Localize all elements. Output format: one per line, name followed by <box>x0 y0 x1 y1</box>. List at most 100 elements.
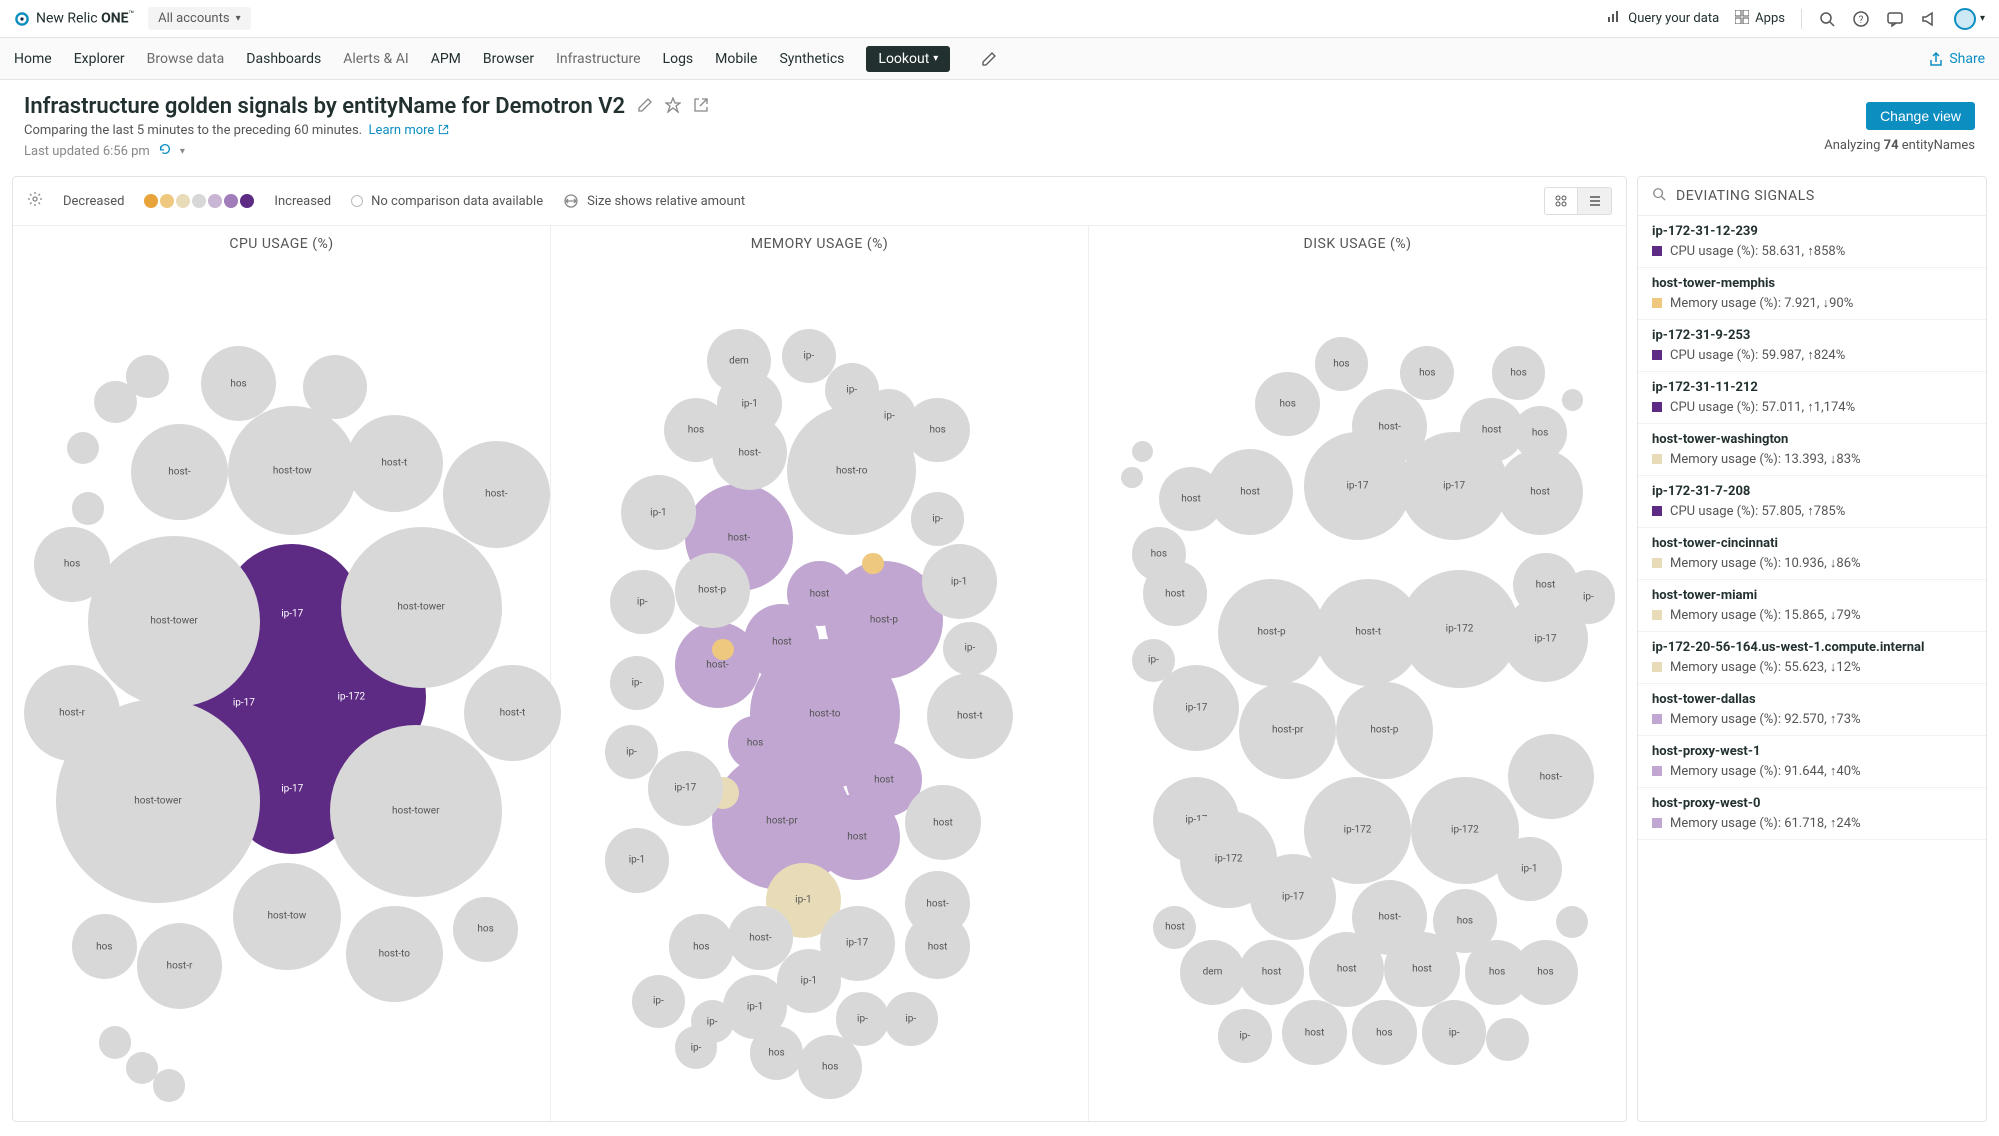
bubble[interactable]: ip-1 <box>777 949 841 1013</box>
search-icon[interactable] <box>1652 187 1666 205</box>
bubble[interactable]: ip- <box>605 725 659 779</box>
bubble[interactable]: ip- <box>632 975 686 1029</box>
learn-more-link[interactable]: Learn more <box>369 123 449 138</box>
deviating-item[interactable]: ip-172-20-56-164.us-west-1.compute.inter… <box>1638 632 1986 684</box>
bubble[interactable]: host-to <box>346 906 443 1003</box>
bubble[interactable]: hos <box>1255 372 1319 436</box>
nav-browse-data[interactable]: Browse data <box>147 51 225 67</box>
bubble[interactable]: ip-1 <box>717 372 781 436</box>
bubble[interactable]: host-p <box>1336 682 1433 779</box>
star-icon[interactable] <box>665 97 681 117</box>
nav-apm[interactable]: APM <box>431 51 461 67</box>
deviating-item[interactable]: host-tower-cincinnatiMemory usage (%): 1… <box>1638 528 1986 580</box>
bubble[interactable]: host <box>1497 449 1583 535</box>
query-data-link[interactable]: Query your data <box>1606 9 1719 29</box>
bubble[interactable]: host <box>1143 561 1207 625</box>
bubble[interactable]: host <box>787 561 851 625</box>
nav-logs[interactable]: Logs <box>663 51 694 67</box>
bubble[interactable]: host-tower <box>330 725 502 897</box>
bubble[interactable]: ip- <box>1132 639 1175 682</box>
bubble[interactable]: ip- <box>1422 1000 1486 1064</box>
bubble[interactable] <box>153 1069 185 1101</box>
gear-icon[interactable] <box>27 191 43 211</box>
nav-synthetics[interactable]: Synthetics <box>779 51 844 67</box>
bubble[interactable]: host-tow <box>233 863 340 970</box>
bubble[interactable]: hos <box>34 527 109 602</box>
bubble[interactable]: ip-17 <box>648 751 723 826</box>
bubble[interactable]: ip- <box>1218 1009 1272 1063</box>
nav-infrastructure[interactable]: Infrastructure <box>556 51 640 67</box>
refresh-icon[interactable] <box>158 142 172 160</box>
help-icon[interactable]: ? <box>1852 10 1870 28</box>
bubble[interactable]: host- <box>1508 734 1594 820</box>
bubble[interactable]: hos <box>1513 406 1567 460</box>
bubble[interactable]: host-t <box>927 673 1013 759</box>
user-avatar[interactable]: ▾ <box>1954 8 1985 30</box>
bubble[interactable]: ip-172 <box>1400 570 1518 688</box>
bubble[interactable]: host <box>1384 932 1459 1007</box>
nav-explorer[interactable]: Explorer <box>74 51 125 67</box>
bubble[interactable]: hos <box>750 1026 804 1080</box>
apps-link[interactable]: Apps <box>1735 10 1785 28</box>
bubble[interactable]: ip- <box>911 492 965 546</box>
nav-mobile[interactable]: Mobile <box>715 51 757 67</box>
announce-icon[interactable] <box>1920 10 1938 28</box>
bubble[interactable]: ip-1 <box>1497 837 1561 901</box>
bubble[interactable]: hos <box>1352 1000 1416 1064</box>
bubble[interactable]: host <box>1153 906 1196 949</box>
deviating-item[interactable]: host-tower-washingtonMemory usage (%): 1… <box>1638 424 1986 476</box>
edit-icon[interactable] <box>980 50 998 68</box>
bubble[interactable]: hos <box>669 914 733 978</box>
bubble[interactable] <box>712 639 733 660</box>
deviating-item[interactable]: host-tower-memphisMemory usage (%): 7.92… <box>1638 268 1986 320</box>
bubble[interactable]: ip-1 <box>605 828 669 892</box>
bubble[interactable]: ip- <box>782 329 836 383</box>
bubble[interactable]: ip-1 <box>621 475 696 550</box>
bubble[interactable]: hos <box>72 914 136 978</box>
bubble[interactable]: hos <box>1315 337 1369 391</box>
share-button[interactable]: Share <box>1929 51 1985 67</box>
bubble[interactable] <box>1562 389 1583 410</box>
bubble[interactable]: hos <box>453 897 517 961</box>
bubble[interactable]: hos <box>905 398 969 462</box>
deviating-item[interactable]: ip-172-31-7-208CPU usage (%): 57.805, ↑7… <box>1638 476 1986 528</box>
bubble[interactable]: hos <box>1513 940 1577 1004</box>
deviating-item[interactable]: host-proxy-west-0Memory usage (%): 61.71… <box>1638 788 1986 840</box>
bubble[interactable]: host <box>905 914 969 978</box>
chat-icon[interactable] <box>1886 10 1904 28</box>
bubble[interactable] <box>99 1026 131 1058</box>
bubble[interactable] <box>126 355 169 398</box>
bubble[interactable]: ip- <box>943 622 997 676</box>
bubble[interactable]: ip- <box>1562 570 1616 624</box>
deviating-item[interactable]: ip-172-31-9-253CPU usage (%): 59.987, ↑8… <box>1638 320 1986 372</box>
bubble[interactable]: host-pr <box>1239 682 1336 779</box>
bubble[interactable] <box>1486 1018 1529 1061</box>
bubble[interactable]: ip- <box>884 992 938 1046</box>
bubble[interactable]: host-tower <box>88 536 260 708</box>
view-list-button[interactable] <box>1578 187 1612 215</box>
bubble[interactable]: host-t <box>464 665 561 762</box>
bubble[interactable]: host <box>1159 467 1223 531</box>
bubble[interactable]: ip- <box>610 570 674 634</box>
view-grid-button[interactable] <box>1544 187 1578 215</box>
bubble[interactable]: host <box>1309 932 1384 1007</box>
external-link-icon[interactable] <box>693 97 709 117</box>
bubble[interactable]: host-tow <box>228 406 357 535</box>
bubble[interactable]: host <box>905 785 980 860</box>
bubble[interactable] <box>862 553 883 574</box>
deviating-item[interactable]: ip-172-31-11-212CPU usage (%): 57.011, ↑… <box>1638 372 1986 424</box>
deviating-item[interactable]: host-proxy-west-1Memory usage (%): 91.64… <box>1638 736 1986 788</box>
change-view-button[interactable]: Change view <box>1866 102 1975 130</box>
nav-lookout[interactable]: Lookout▾ <box>866 46 950 72</box>
bubble[interactable] <box>1556 906 1588 938</box>
chevron-down-icon[interactable]: ▾ <box>180 146 185 157</box>
bubble[interactable]: host <box>1239 940 1303 1004</box>
bubble[interactable]: host-p <box>1218 579 1325 686</box>
bubble[interactable] <box>67 432 99 464</box>
bubble[interactable]: host <box>1282 1000 1346 1064</box>
bubble[interactable]: ip- <box>610 656 664 710</box>
account-selector[interactable]: All accounts▾ <box>148 7 250 30</box>
brand-logo[interactable]: New Relic ONE™ <box>14 10 134 27</box>
bubble[interactable]: hos <box>728 716 782 770</box>
bubble[interactable]: dem <box>1180 940 1244 1004</box>
